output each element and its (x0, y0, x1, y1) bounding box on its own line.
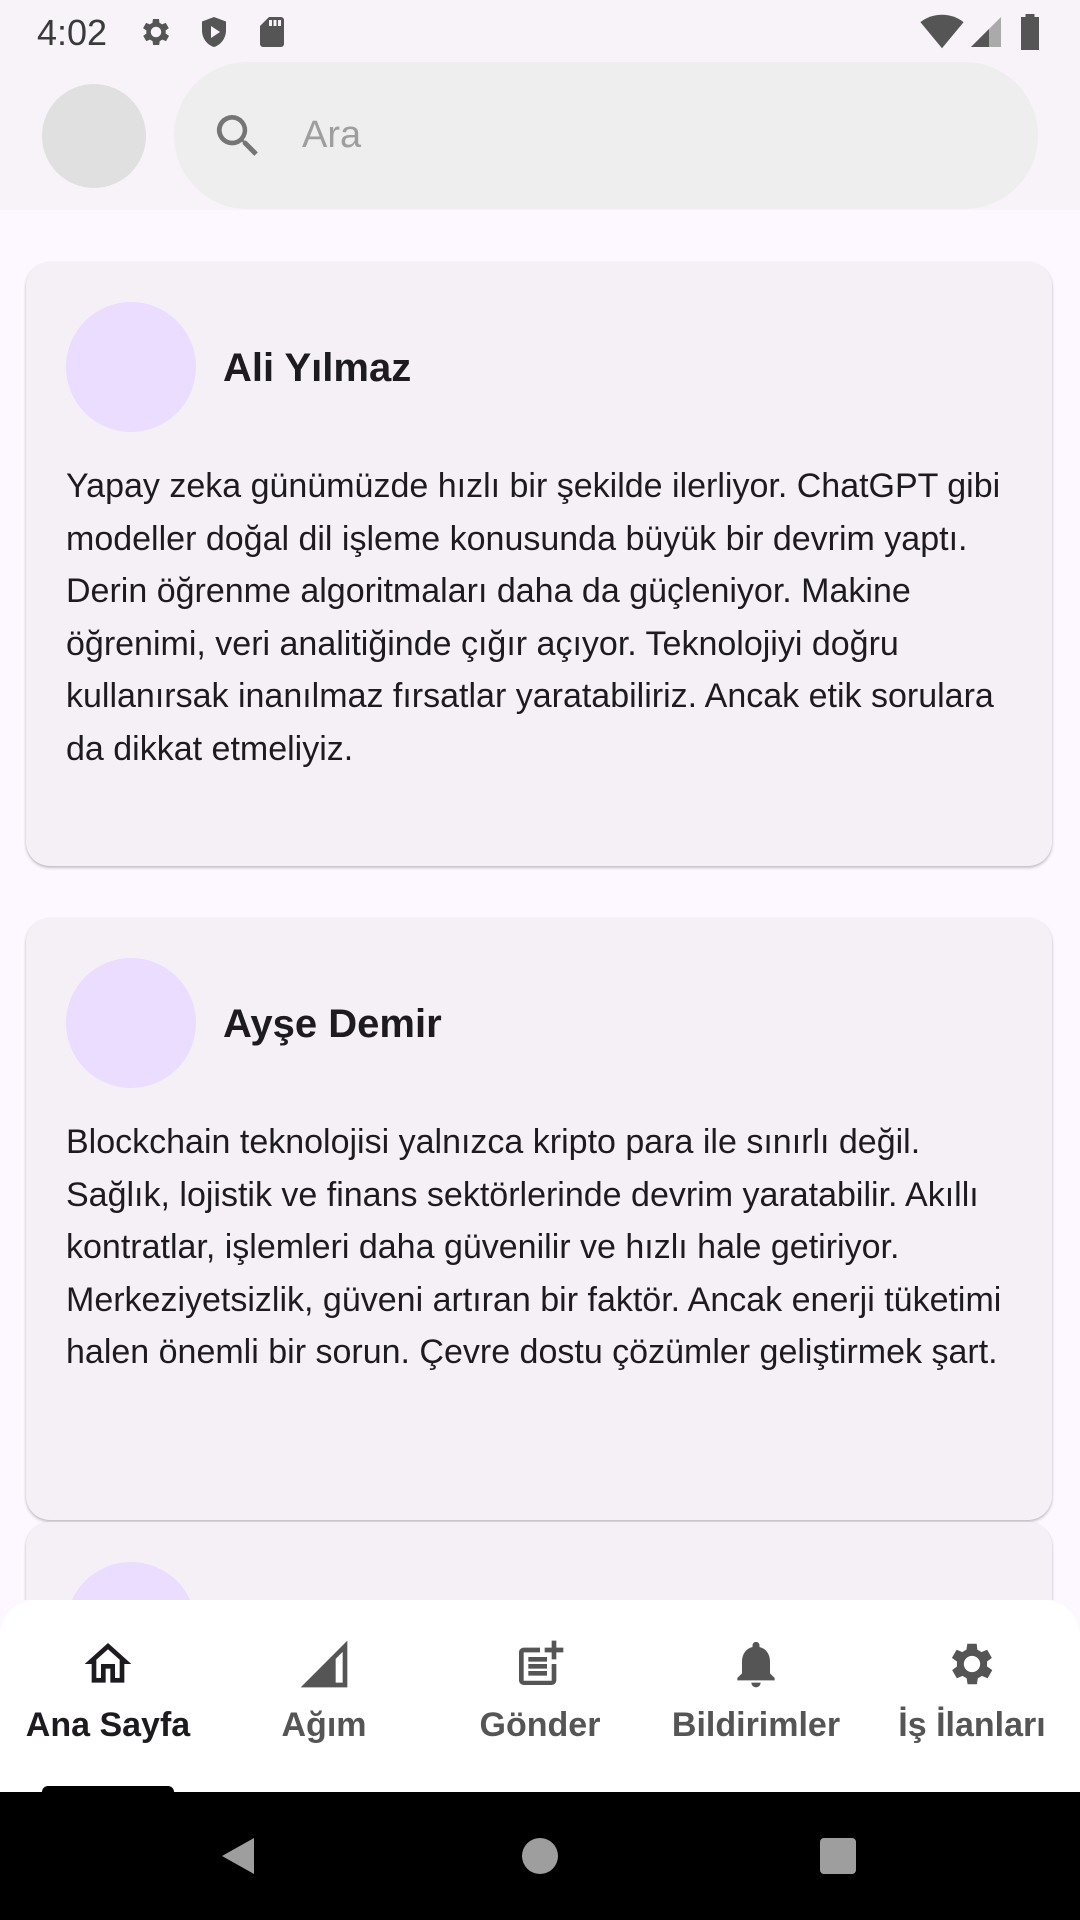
post-card[interactable]: Ali Yılmaz Yapay zeka günümüzde hızlı bi… (26, 262, 1052, 866)
nav-item-home[interactable]: Ana Sayfa (0, 1600, 216, 1792)
recents-icon[interactable] (814, 1832, 862, 1885)
gear-icon (944, 1636, 1000, 1692)
wifi-icon (920, 14, 964, 55)
top-app-bar (0, 62, 1080, 210)
nav-item-notifications[interactable]: Bildirimler (648, 1600, 864, 1792)
nav-item-network[interactable]: Ağım (216, 1600, 432, 1792)
nav-label-notifications: Bildirimler (671, 1706, 841, 1744)
signal-icon (968, 14, 1004, 55)
battery-icon (1016, 14, 1044, 55)
post-author[interactable]: Ayşe Demir (223, 1002, 442, 1047)
post-feed[interactable]: Ali Yılmaz Yapay zeka günümüzde hızlı bi… (0, 210, 1080, 1600)
profile-avatar[interactable] (42, 84, 146, 188)
author-avatar[interactable] (66, 1562, 196, 1600)
author-avatar[interactable] (66, 302, 196, 432)
post-author[interactable]: Ali Yılmaz (223, 346, 411, 391)
nav-label-home: Ana Sayfa (25, 1706, 191, 1744)
post-add-icon (512, 1636, 568, 1692)
nav-label-jobs: İş İlanları (898, 1706, 1046, 1744)
home-button-icon[interactable] (516, 1832, 564, 1885)
nav-label-network: Ağım (281, 1706, 367, 1744)
settings-icon (138, 14, 174, 55)
nav-item-post[interactable]: Gönder (432, 1600, 648, 1792)
sd-card-icon (254, 14, 290, 55)
nav-label-post: Gönder (479, 1706, 601, 1744)
search-bar[interactable] (174, 62, 1038, 209)
network-signal-icon (296, 1636, 352, 1692)
status-bar: 4:02 (0, 0, 1080, 62)
post-body: Blockchain teknolojisi yalnızca kripto p… (66, 1123, 1002, 1371)
shield-icon (196, 14, 232, 55)
author-avatar[interactable] (66, 958, 196, 1088)
post-card[interactable]: Ayşe Demir Blockchain teknolojisi yalnız… (26, 918, 1052, 1520)
search-input[interactable] (300, 102, 984, 168)
nav-item-jobs[interactable]: İş İlanları (864, 1600, 1080, 1792)
bell-icon (728, 1636, 784, 1692)
search-icon (210, 108, 266, 169)
post-body: Yapay zeka günümüzde hızlı bir şekilde i… (66, 467, 1001, 768)
home-icon (80, 1636, 136, 1692)
system-navigation-bar (0, 1792, 1080, 1920)
status-time: 4:02 (37, 12, 108, 53)
bottom-navigation: Ana Sayfa Ağım Gönder Bildirimler İş İla… (0, 1600, 1080, 1792)
back-icon[interactable] (214, 1832, 262, 1885)
post-card[interactable] (26, 1522, 1052, 1600)
